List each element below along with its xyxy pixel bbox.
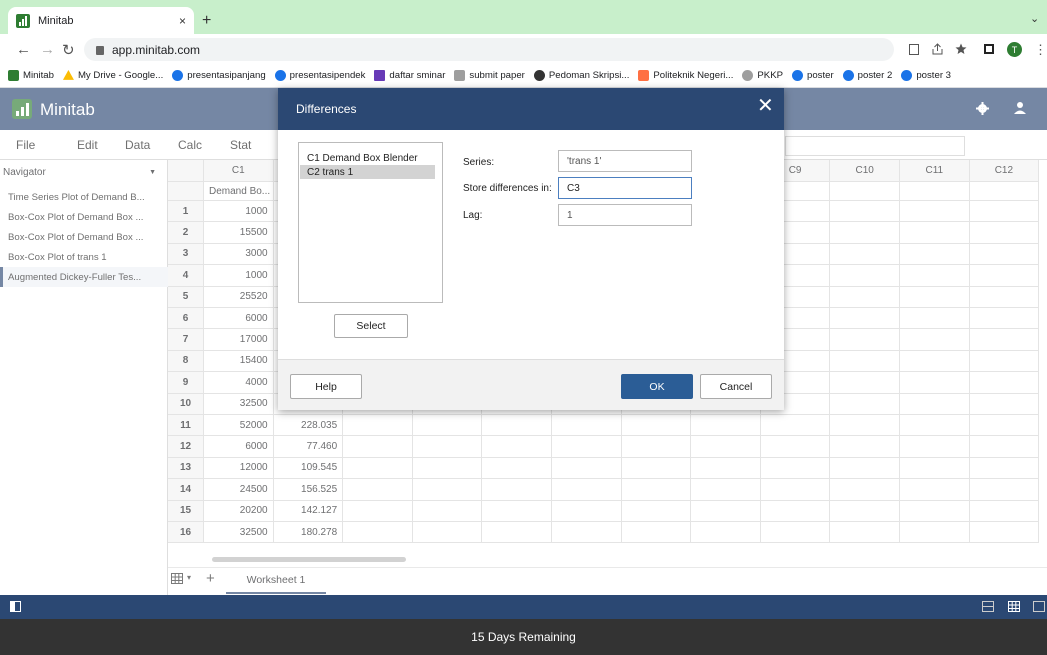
share-icon[interactable]	[932, 43, 943, 55]
status-bar	[0, 595, 1047, 619]
bookmark-label: Pedoman Skripsi...	[548, 70, 630, 81]
series-input[interactable]: 'trans 1'	[558, 150, 692, 172]
bookmark-label: submit paper	[469, 70, 525, 81]
cancel-button[interactable]: Cancel	[700, 374, 772, 399]
bookmark-icon	[901, 70, 913, 81]
bookmark-label: presentasipendek	[289, 70, 366, 81]
lag-label: Lag:	[463, 210, 483, 221]
bookmark-item[interactable]: daftar sminar	[374, 70, 445, 81]
bookmark-icon	[842, 70, 854, 81]
bookmark-item[interactable]: PKKP	[742, 70, 783, 81]
toggle-panel-icon[interactable]	[10, 601, 21, 612]
bookmark-icon	[8, 70, 19, 81]
store-differences-input[interactable]: C3	[558, 177, 692, 199]
store-differences-label: Store differences in:	[463, 183, 552, 194]
bookmark-item[interactable]: submit paper	[454, 70, 525, 81]
output-view-icon[interactable]	[982, 601, 994, 612]
minitab-favicon-icon	[16, 13, 30, 28]
help-button[interactable]: Help	[290, 374, 362, 399]
column-list-item[interactable]: C1 Demand Box Blender	[300, 151, 435, 165]
split-view-icon[interactable]	[1033, 601, 1045, 612]
bookmark-item[interactable]: poster 2	[842, 70, 893, 81]
bookmark-icon	[792, 70, 803, 81]
bookmark-icon	[638, 70, 650, 81]
forward-arrow-icon[interactable]: →	[40, 41, 55, 58]
bookmark-label: daftar sminar	[389, 70, 446, 81]
column-list[interactable]: C1 Demand Box Blender C2 trans 1	[298, 142, 443, 303]
bookmark-item[interactable]: Politeknik Negeri...	[638, 70, 733, 81]
bookmark-label: PKKP	[757, 70, 783, 81]
browser-tab[interactable]: Minitab ×	[8, 7, 194, 34]
worksheet-view-icon[interactable]	[1008, 601, 1020, 612]
bookmark-item[interactable]: presentasipanjang	[172, 70, 266, 81]
bookmark-label: poster	[807, 70, 834, 81]
bookmarks-bar: Minitab My Drive - Google... presentasip…	[0, 64, 1047, 88]
close-tab-icon[interactable]: ×	[179, 14, 186, 28]
bookmark-item[interactable]: presentasipendek	[274, 70, 366, 81]
bookmark-label: My Drive - Google...	[77, 70, 164, 81]
browser-tab-title: Minitab	[38, 14, 74, 27]
bookmark-label: poster 3	[916, 70, 952, 81]
globe-icon	[533, 70, 545, 81]
forms-icon	[374, 70, 386, 81]
google-drive-icon	[62, 70, 74, 80]
bookmark-item[interactable]: My Drive - Google...	[62, 70, 164, 81]
trial-footer: 15 Days Remaining	[0, 619, 1047, 655]
bookmark-label: presentasipanjang	[187, 70, 266, 81]
browser-menu-icon[interactable]: ⋮	[1034, 42, 1047, 58]
url-text: app.minitab.com	[112, 42, 201, 57]
bookmark-star-icon[interactable]	[955, 43, 967, 55]
reload-icon[interactable]: ↻	[62, 41, 75, 59]
select-button[interactable]: Select	[334, 314, 408, 338]
sidepanel-icon[interactable]	[984, 44, 994, 54]
lock-icon	[96, 46, 104, 55]
dialog-title: Differences	[296, 102, 357, 116]
bookmark-label: Politeknik Negeri...	[653, 70, 734, 81]
dialog-close-icon[interactable]: ✕	[757, 94, 774, 118]
profile-avatar[interactable]: T	[1007, 42, 1022, 57]
bookmark-item[interactable]: poster	[792, 70, 834, 81]
url-field[interactable]: app.minitab.com	[84, 38, 894, 61]
bookmark-label: Minitab	[23, 70, 54, 81]
ok-button[interactable]: OK	[621, 374, 693, 399]
trial-remaining-text: 15 Days Remaining	[471, 630, 576, 644]
bookmark-icon	[742, 70, 754, 81]
new-tab-button[interactable]: +	[202, 12, 211, 30]
column-list-item-selected[interactable]: C2 trans 1	[300, 165, 435, 179]
bookmark-item[interactable]: poster 3	[901, 70, 951, 81]
series-label: Series:	[463, 157, 495, 168]
tab-search-chevron-icon[interactable]: ⌄	[1030, 12, 1039, 25]
bookmark-label: poster 2	[857, 70, 893, 81]
bookmark-icon	[454, 70, 466, 81]
lag-input[interactable]: 1	[558, 204, 692, 226]
install-app-icon[interactable]	[909, 44, 919, 55]
back-arrow-icon[interactable]: ←	[16, 41, 31, 58]
bookmark-item[interactable]: Minitab	[8, 70, 54, 81]
bookmark-icon	[172, 70, 184, 81]
bookmark-item[interactable]: Pedoman Skripsi...	[533, 70, 630, 81]
bookmark-icon	[274, 70, 286, 81]
